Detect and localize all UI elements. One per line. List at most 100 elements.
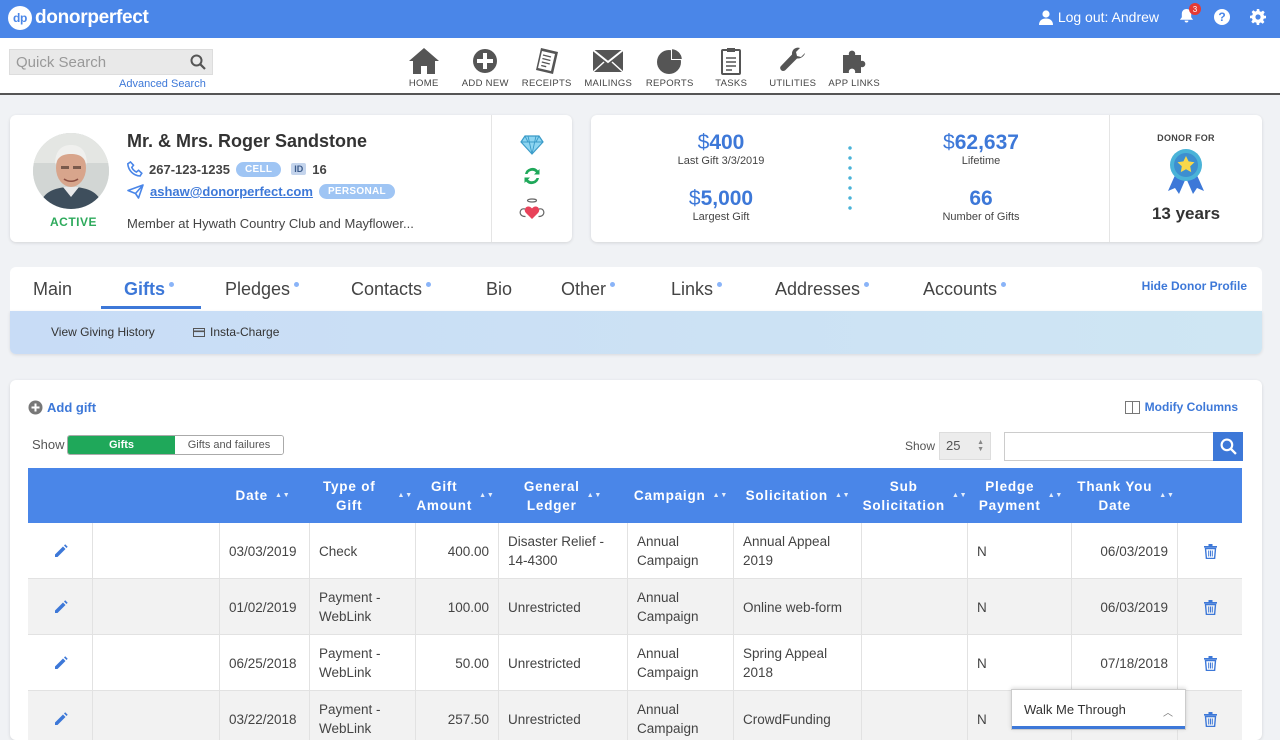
nav-reports[interactable]: REPORTS bbox=[639, 47, 701, 89]
col-header-sub-solicitation[interactable]: Sub Solicitation ▲▼ bbox=[862, 468, 968, 523]
app-name: donorperfect bbox=[35, 7, 149, 28]
search-icon[interactable] bbox=[190, 54, 206, 70]
sort-icon: ▲▼ bbox=[1159, 491, 1175, 499]
nav-mailings[interactable]: MAILINGS bbox=[578, 47, 640, 89]
select-arrows-icon: ▲ ▼ bbox=[977, 439, 984, 453]
pencil-edit-icon[interactable] bbox=[53, 655, 68, 671]
trash-delete-icon[interactable] bbox=[1203, 655, 1217, 671]
gift-pledge-payment-cell: N bbox=[968, 635, 1072, 691]
tab-bio[interactable]: Bio bbox=[486, 279, 512, 300]
donor-name: Mr. & Mrs. Roger Sandstone bbox=[127, 131, 368, 151]
col-header-thank-you-date[interactable]: Thank You Date ▲▼ bbox=[1074, 468, 1178, 523]
donor-id: 16 bbox=[312, 161, 327, 177]
tab-indicator-dot bbox=[1001, 282, 1007, 287]
col-header-ledger[interactable]: General Ledger ▲▼ bbox=[498, 468, 628, 523]
sort-icon: ▲▼ bbox=[712, 491, 729, 499]
add-gift-button[interactable]: Add gift bbox=[28, 400, 96, 415]
tab-other[interactable]: Other bbox=[561, 279, 616, 300]
nav-app-links[interactable]: APP LINKS bbox=[824, 47, 886, 89]
nav-receipts[interactable]: RECEIPTS bbox=[516, 47, 578, 89]
diamond-icon[interactable] bbox=[520, 135, 544, 155]
col-header-campaign[interactable]: Campaign ▲▼ bbox=[628, 468, 734, 523]
pencil-edit-icon[interactable] bbox=[53, 543, 68, 559]
insta-charge-link[interactable]: Insta-Charge bbox=[193, 325, 279, 339]
nav-utilities[interactable]: UTILITIES bbox=[762, 47, 824, 89]
active-tab-underline bbox=[101, 306, 201, 309]
gift-row: 06/25/2018 Payment - WebLink 50.00 Unres… bbox=[28, 635, 1242, 691]
chevron-up-icon: ︿ bbox=[1163, 708, 1173, 719]
col-header-solicitation[interactable]: Solicitation ▲▼ bbox=[734, 468, 862, 523]
quick-search-input[interactable]: Quick Search bbox=[9, 49, 213, 75]
clipboard-icon bbox=[721, 48, 742, 75]
gift-type-cell: Check bbox=[310, 523, 416, 579]
col-header-label: Solicitation bbox=[745, 488, 828, 503]
angel-heart-icon[interactable] bbox=[519, 197, 545, 221]
award-ribbon-icon bbox=[1168, 149, 1204, 194]
col-header-label: Date bbox=[235, 488, 268, 503]
tab-gifts[interactable]: Gifts bbox=[124, 279, 175, 300]
view-giving-history-link[interactable]: View Giving History bbox=[51, 325, 155, 339]
col-header-type[interactable]: Type of Gift ▲▼ bbox=[308, 468, 413, 523]
logout-button[interactable]: Log out: Andrew bbox=[1038, 9, 1159, 25]
tab-label: Main bbox=[33, 279, 73, 299]
notifications-button[interactable]: 3 bbox=[1179, 3, 1201, 26]
blank-cell bbox=[93, 523, 220, 579]
col-header-pledge-payment[interactable]: Pledge Payment ▲▼ bbox=[968, 468, 1074, 523]
edit-cell bbox=[28, 579, 93, 635]
nav-label: ADD NEW bbox=[461, 78, 509, 89]
tab-links[interactable]: Links bbox=[671, 279, 723, 300]
settings-gear-icon[interactable] bbox=[1250, 9, 1266, 25]
help-icon[interactable]: ? bbox=[1214, 9, 1230, 25]
col-header-date[interactable]: Date ▲▼ bbox=[218, 468, 308, 523]
col-header-amount[interactable]: Gift Amount ▲▼ bbox=[413, 468, 498, 523]
pencil-edit-icon[interactable] bbox=[53, 599, 68, 615]
tab-accounts[interactable]: Accounts bbox=[923, 279, 1007, 300]
pie-chart-icon bbox=[656, 48, 683, 74]
columns-icon bbox=[1124, 400, 1140, 414]
app-logo[interactable]: dp donorperfect bbox=[8, 6, 149, 30]
gift-campaign-cell: Annual Campaign bbox=[628, 523, 734, 579]
table-search-input[interactable] bbox=[1004, 432, 1214, 461]
phone-type-badge: CELL bbox=[235, 161, 282, 177]
trash-delete-icon[interactable] bbox=[1203, 543, 1217, 559]
nav-home[interactable]: HOME bbox=[393, 47, 455, 89]
num-gifts-value: 66 bbox=[969, 187, 993, 210]
gift-date-cell: 06/25/2018 bbox=[220, 635, 310, 691]
advanced-search-link[interactable]: Advanced Search bbox=[119, 78, 206, 90]
table-search-button[interactable] bbox=[1213, 432, 1243, 461]
donor-phone[interactable]: 267-123-1235 bbox=[149, 162, 230, 177]
gift-solicitation-cell: Online web-form bbox=[734, 579, 862, 635]
toggle-gifts-and-failures-option[interactable]: Gifts and failures bbox=[175, 436, 283, 454]
num-gifts-stat: 66 Number of Gifts bbox=[911, 187, 1051, 223]
nav-label: UTILITIES bbox=[769, 78, 817, 89]
tab-main[interactable]: Main bbox=[33, 279, 72, 300]
page-size-select[interactable]: 25 ▲ ▼ bbox=[939, 432, 991, 460]
donor-email-link[interactable]: ashaw@donorperfect.com bbox=[150, 184, 313, 199]
trash-delete-icon[interactable] bbox=[1203, 711, 1217, 727]
show-label: Show bbox=[32, 437, 65, 452]
nav-add-new[interactable]: ADD NEW bbox=[455, 47, 517, 89]
nav-label: TASKS bbox=[715, 78, 748, 89]
stats-divider bbox=[848, 143, 852, 215]
pencil-edit-icon[interactable] bbox=[53, 711, 68, 727]
tab-addresses[interactable]: Addresses bbox=[775, 279, 870, 300]
currency-symbol: $ bbox=[943, 131, 955, 154]
nav-tasks[interactable]: TASKS bbox=[701, 47, 763, 89]
recurring-icon[interactable] bbox=[521, 165, 543, 187]
tab-label: Addresses bbox=[775, 279, 861, 299]
toggle-gifts-option[interactable]: Gifts bbox=[68, 436, 175, 454]
modify-columns-button[interactable]: Modify Columns bbox=[1124, 400, 1238, 414]
page-size-value: 25 bbox=[946, 438, 961, 453]
send-icon bbox=[127, 184, 144, 199]
walk-me-through-button[interactable]: Walk Me Through ︿ bbox=[1011, 689, 1186, 730]
donor-status-label: ACTIVE bbox=[50, 215, 98, 229]
tab-contacts[interactable]: Contacts bbox=[351, 279, 432, 300]
largest-gift-label: Largest Gift bbox=[692, 211, 750, 223]
lifetime-stat: $62,637 Lifetime bbox=[911, 131, 1051, 167]
donor-membership: Member at Hywath Country Club and Mayflo… bbox=[127, 216, 414, 231]
edit-cell bbox=[28, 691, 93, 740]
tab-pledges[interactable]: Pledges bbox=[225, 279, 300, 300]
gift-pledge-payment-cell: N bbox=[968, 579, 1072, 635]
hide-donor-profile-link[interactable]: Hide Donor Profile bbox=[1142, 279, 1247, 293]
trash-delete-icon[interactable] bbox=[1203, 599, 1217, 615]
